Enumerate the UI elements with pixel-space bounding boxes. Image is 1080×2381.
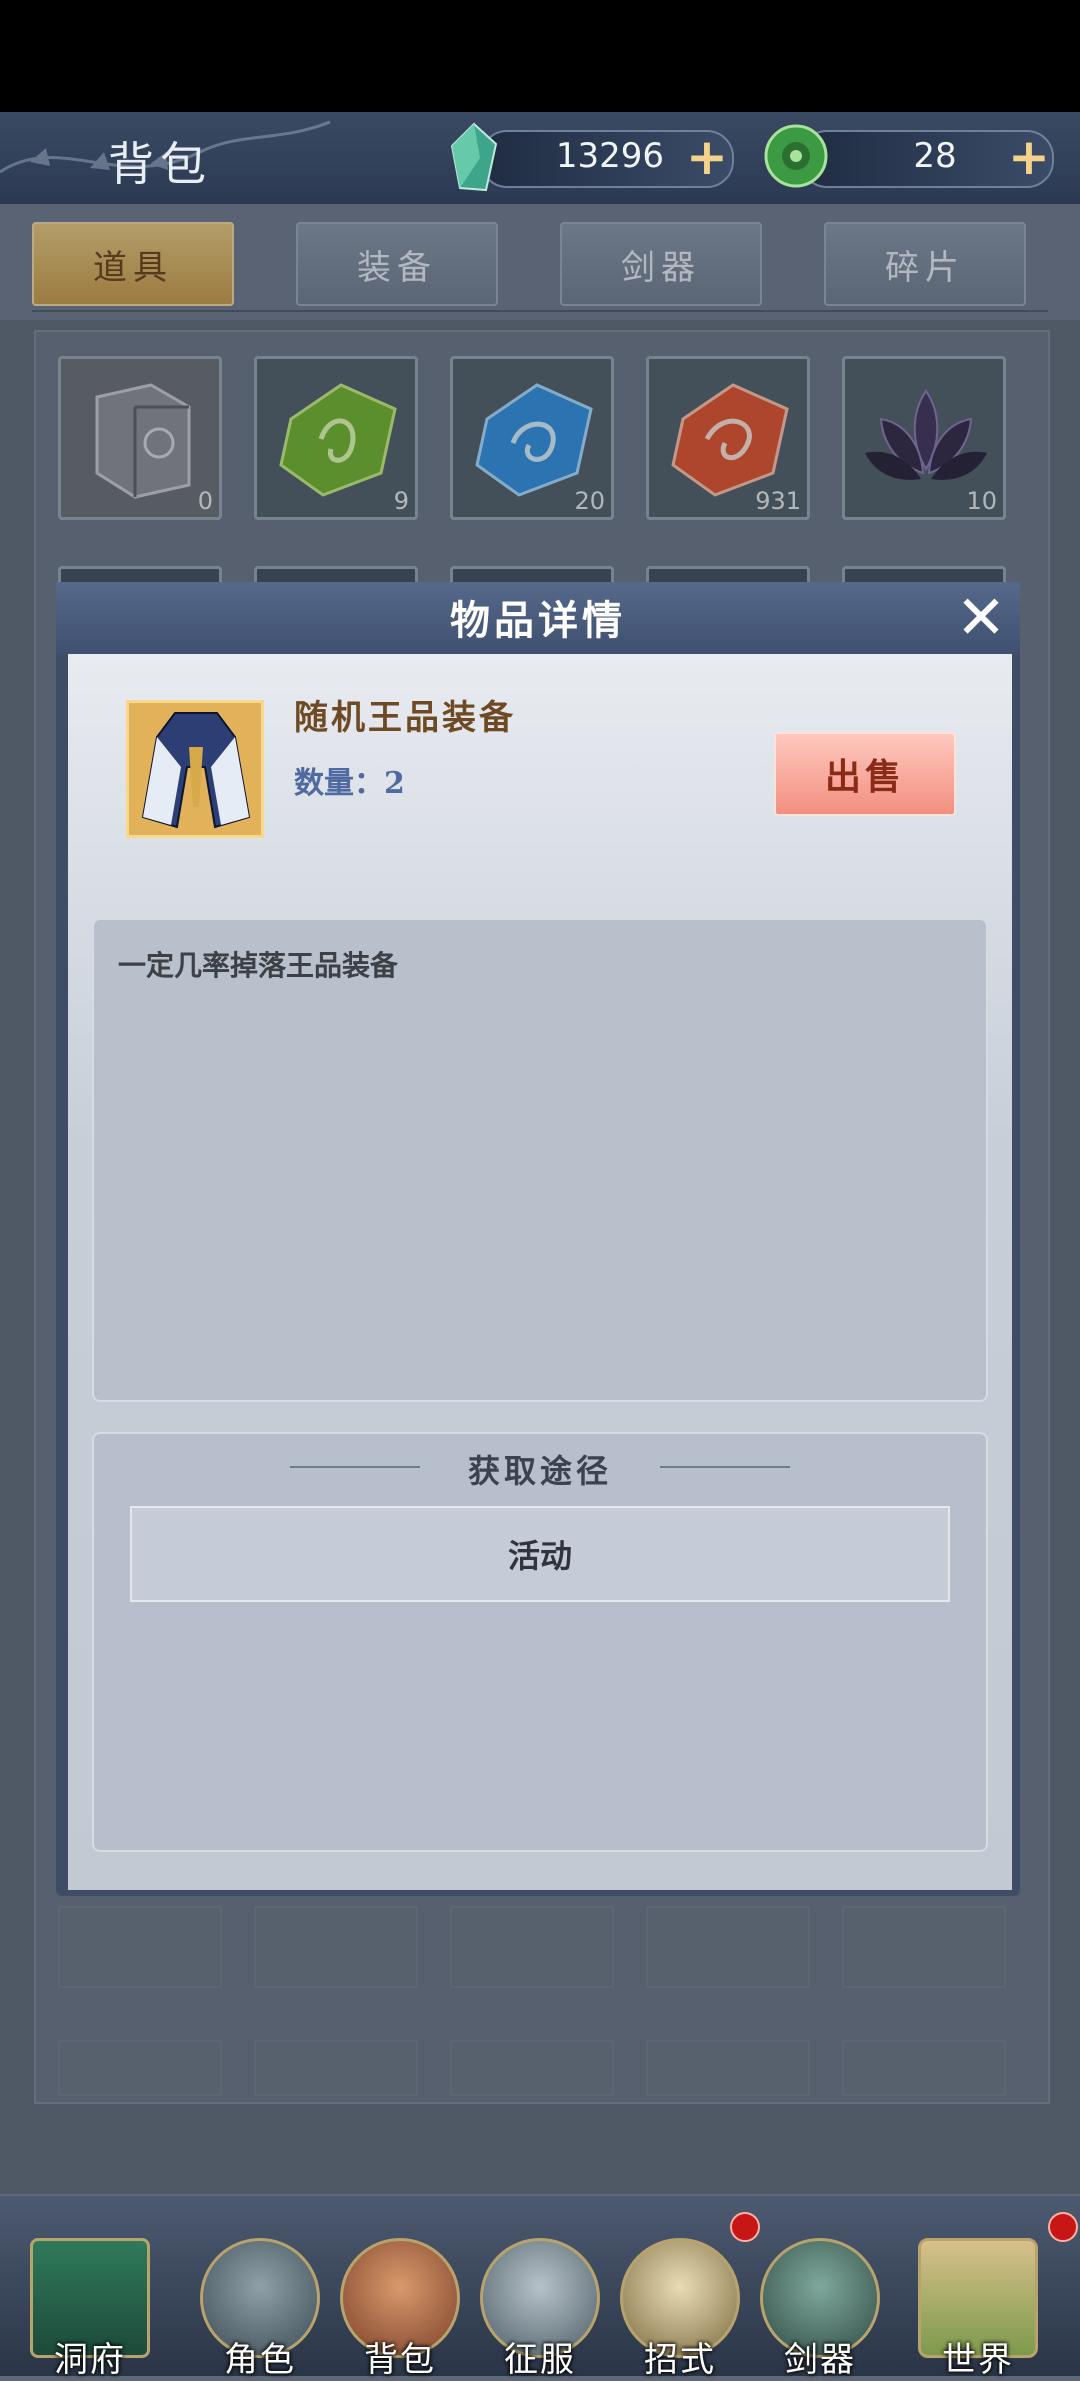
nav-label: 世界 [942, 2340, 1014, 2380]
coin-amount: 28 [913, 136, 957, 176]
nav-label: 剑器 [784, 2340, 856, 2380]
nav-item-conquer[interactable]: 征服 [470, 2212, 610, 2380]
status-bar [0, 0, 1080, 112]
close-icon[interactable]: ✕ [950, 588, 1012, 650]
add-crystal-button[interactable]: + [682, 130, 732, 184]
item-quantity: 数量：2 [294, 766, 405, 801]
description-box [92, 918, 988, 1402]
nav-label: 洞府 [54, 2340, 126, 2380]
source-item-activity[interactable]: 活动 [130, 1506, 950, 1602]
item-name: 随机王品装备 [294, 698, 516, 738]
add-coin-button[interactable]: + [1004, 130, 1054, 184]
item-thumbnail [126, 700, 264, 838]
nav-item-bag[interactable]: 背包 [330, 2212, 470, 2380]
source-box [92, 1432, 988, 1852]
nav-label: 征服 [504, 2340, 576, 2380]
robe-armor-icon [141, 712, 251, 829]
sell-button[interactable]: 出售 [774, 732, 956, 816]
nav-item-world[interactable]: 世界 [908, 2212, 1048, 2380]
nav-label: 招式 [644, 2340, 716, 2380]
notification-badge [1048, 2212, 1078, 2242]
nav-label: 背包 [364, 2340, 436, 2380]
nav-item-character[interactable]: 角色 [190, 2212, 330, 2380]
modal-title: 物品详情 [450, 597, 626, 644]
nav-item-skills[interactable]: 招式 [610, 2212, 750, 2380]
jade-coin-icon [764, 124, 828, 188]
source-title: 获取途径 [467, 1452, 612, 1490]
item-description: 一定几率掉落王品装备 [118, 949, 399, 982]
nav-item-swords[interactable]: 剑器 [750, 2212, 890, 2380]
nav-label: 角色 [224, 2340, 296, 2380]
page-title: 背包 [108, 137, 212, 191]
crystal-amount: 13296 [555, 136, 665, 176]
jade-crystal-icon [450, 122, 498, 192]
nav-item-cave[interactable]: 洞府 [20, 2212, 160, 2380]
